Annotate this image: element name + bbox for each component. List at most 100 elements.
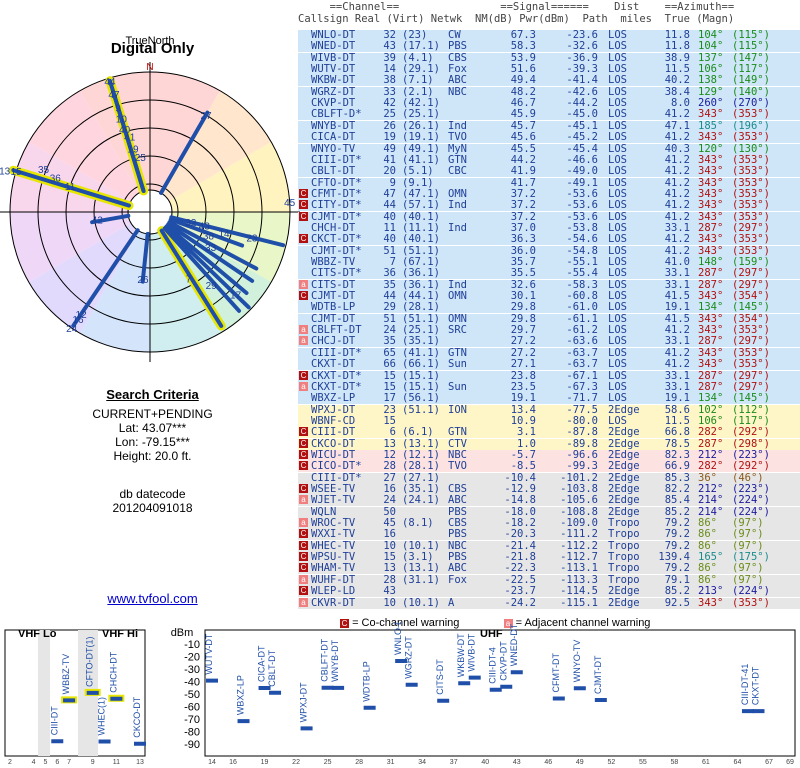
- cell-path: Tropo: [608, 528, 640, 541]
- table-row[interactable]: a CBLFT-DT 24 (25.1) SRC 29.7 -61.2 LOS 41.2 343°…: [298, 324, 800, 337]
- cell-real: 43: [383, 40, 396, 53]
- y-tick-label: -10: [184, 639, 200, 651]
- cell-nm: -10.4: [504, 471, 536, 484]
- table-row[interactable]: C CFMT-DT* 47 (47.1) OMN 37.2 -53.6 LOS 41.2 343°…: [298, 188, 800, 200]
- table-row[interactable]: C CIII-DT 6 (6.1) GTN 3.1 -87.8 2Edge 66.8 282° (2…: [298, 426, 800, 439]
- cell-virt: (25.1): [402, 324, 440, 337]
- cell-net: ION: [448, 403, 467, 416]
- table-row[interactable]: CBLFT-D* 25 (25.1) 45.9 -45.0 LOS 41.2 343° (353…: [298, 108, 800, 121]
- table-row[interactable]: C WHAM-TV 13 (13.1) ABC -22.3 -113.1 Tropo 79.2 8…: [298, 562, 800, 575]
- cell-cs: WIVB-DT: [311, 51, 356, 64]
- table-row[interactable]: WUTV-DT 14 (29.1) Fox 51.6 -39.3 LOS 11.5 106° (1…: [298, 63, 800, 76]
- table-row[interactable]: CBLT-DT 20 (5.1) CBC 41.9 -49.0 LOS 41.2 343° (35…: [298, 166, 800, 178]
- table-row[interactable]: a WUHF-DT 28 (31.1) Fox -22.5 -113.3 Tropo 79.1 8…: [298, 574, 800, 586]
- cell-nm: 27.1: [510, 358, 536, 371]
- table-row[interactable]: WNLO-DT 32 (23) CW 67.3 -23.6 LOS 11.8 104° (115°…: [298, 30, 800, 41]
- table-row[interactable]: C WICU-DT 12 (12.1) NBC -5.7 -96.6 2Edge 82.3 212…: [298, 448, 800, 461]
- table-row[interactable]: WDTB-LP 29 (28.1) 29.8 -61.0 LOS 19.1 134° (145°…: [298, 302, 800, 314]
- table-row[interactable]: WGRZ-DT 33 (2.1) NBC 48.2 -42.6 LOS 38.4 129° (14…: [298, 86, 800, 98]
- cell-virt: (41.1): [402, 346, 440, 359]
- table-row[interactable]: C WPSU-TV 15 (3.1) PBS -21.8 -112.7 Tropo 139.4 1…: [298, 552, 800, 564]
- cell-cs: WKBW-DT: [311, 74, 356, 87]
- table-row[interactable]: WNYO-TV 49 (49.1) MyN 45.5 -45.4 LOS 40.3 120° (1…: [298, 142, 800, 155]
- cell-net: OMN: [448, 312, 467, 325]
- cell-real: 40: [383, 233, 396, 246]
- table-row[interactable]: WNED-DT 43 (17.1) PBS 58.3 -32.6 LOS 11.8 104° (1…: [298, 40, 800, 53]
- station-marker: [458, 681, 471, 686]
- table-row[interactable]: CICA-DT 19 (19.1) TVO 45.6 -45.2 LOS 41.2 343° (3…: [298, 132, 800, 144]
- table-row[interactable]: CJMT-DT* 51 (51.1) 36.0 -54.8 LOS 41.2 343° (353…: [298, 245, 800, 257]
- table-row[interactable]: CKVP-DT 42 (42.1) 46.7 -44.2 LOS 8.0 260° (270°): [298, 97, 800, 110]
- table-row[interactable]: WNYB-DT 26 (26.1) Ind 45.7 -45.1 LOS 47.1 185° (1…: [298, 119, 800, 132]
- table-row[interactable]: CHCH-DT 11 (11.1) Ind 37.0 -53.8 LOS 33.1 287° (2…: [298, 221, 800, 234]
- cell-az: 120°: [698, 142, 724, 155]
- table-row[interactable]: C CICO-DT* 28 (28.1) TVO -8.5 -99.3 2Edge 66.9 28…: [298, 461, 800, 473]
- station-marker: [752, 709, 765, 714]
- cell-path: LOS: [608, 97, 627, 110]
- table-row[interactable]: a CKVR-DT 10 (10.1) A -24.2 -115.1 2Edge 92.5 343…: [298, 596, 800, 609]
- station-marker: [134, 741, 146, 746]
- cell-net: ABC: [448, 494, 467, 507]
- cell-path: 2Edge: [608, 448, 640, 461]
- site-link[interactable]: www.tvfool.com: [107, 591, 197, 606]
- table-row[interactable]: C CITY-DT* 44 (57.1) Ind 37.2 -53.6 LOS 41.2 343°…: [298, 200, 800, 212]
- table-row[interactable]: C WLEP-LD 43 -23.7 -114.5 2Edge 85.2 213° (224°): [298, 585, 800, 598]
- table-row[interactable]: a WROC-TV 45 (8.1) CBS -18.2 -109.0 Tropo 79.2 86…: [298, 518, 800, 530]
- cell-az: 137°: [698, 51, 724, 64]
- station-label: CKXT-DT: [750, 666, 760, 705]
- cell-nm: 51.6: [510, 63, 536, 76]
- table-row[interactable]: CIII-DT* 65 (41.1) GTN 27.2 -63.7 LOS 41.2 343° (…: [298, 346, 800, 359]
- cell-nm: 45.9: [510, 108, 536, 121]
- table-row[interactable]: C CKCO-DT 13 (13.1) CTV 1.0 -89.8 2Edge 78.5 287°…: [298, 437, 800, 450]
- table-row[interactable]: WKBW-DT 38 (7.1) ABC 49.4 -41.4 LOS 40.2 138° (14…: [298, 74, 800, 87]
- cell-dist: 82.3: [664, 448, 690, 461]
- cell-real: 38: [383, 74, 396, 87]
- cell-pwr: -89.8: [566, 437, 598, 450]
- table-row[interactable]: CKXT-DT 66 (66.1) Sun 27.1 -63.7 LOS 41.2 343° (3…: [298, 358, 800, 371]
- table-row[interactable]: WQLN 50 PBS -18.0 -108.8 2Edge 85.2 214° (224°): [298, 505, 800, 518]
- cell-path: Tropo: [608, 562, 640, 575]
- cell-mag: (224°): [732, 585, 770, 598]
- table-row[interactable]: a WJET-TV 24 (24.1) ABC -14.8 -105.6 2Edge 85.4 2…: [298, 494, 800, 507]
- table-row[interactable]: C CKXT-DT* 15 (15.1) 23.8 -67.1 LOS 33.1 287° (29…: [298, 370, 800, 382]
- table-row[interactable]: CITS-DT* 36 (36.1) 35.5 -55.4 LOS 33.1 287° (297…: [298, 267, 800, 280]
- cell-mag: (196°): [732, 119, 770, 132]
- table-row[interactable]: WBBZ-TV 7 (67.1) 35.7 -55.1 LOS 41.0 148° (159°): [298, 257, 800, 268]
- table-row[interactable]: C WHEC-TV 10 (10.1) NBC -21.4 -112.2 Tropo 79.2 8…: [298, 540, 800, 552]
- table-row[interactable]: C WSEE-TV 16 (35.1) CBS -12.9 -103.8 2Edge 82.2 2…: [298, 484, 800, 495]
- table-row[interactable]: CJMT-DT 51 (51.1) OMN 29.8 -61.1 LOS 41.5 343° (3…: [298, 312, 800, 325]
- cell-path: LOS: [608, 380, 627, 393]
- cell-mag: (353°): [732, 108, 770, 121]
- cell-virt: (10.1): [402, 596, 440, 609]
- cell-virt: (49.1): [402, 142, 440, 155]
- cell-az: 148°: [698, 256, 724, 268]
- cell-virt: (67.1): [402, 256, 440, 268]
- table-row[interactable]: WBXZ-LP 17 (56.1) 19.1 -71.7 LOS 19.1 134° (145°…: [298, 393, 800, 405]
- cell-net: PBS: [448, 505, 467, 518]
- table-row[interactable]: WPXJ-DT 23 (51.1) ION 13.4 -77.5 2Edge 58.6 102°…: [298, 403, 800, 416]
- table-row[interactable]: a CHCJ-DT 35 (35.1) 27.2 -63.6 LOS 33.1 287° (297…: [298, 335, 800, 348]
- table-row[interactable]: C CKCT-DT* 40 (40.1) 36.3 -54.6 LOS 41.2 343° (35…: [298, 233, 800, 246]
- table-row[interactable]: C CJMT-DT* 40 (40.1) 37.2 -53.6 LOS 41.2 343° (35…: [298, 211, 800, 223]
- cell-real: 36: [383, 267, 396, 280]
- table-row[interactable]: CIII-DT* 41 (41.1) GTN 44.2 -46.6 LOS 41.2 343° (…: [298, 154, 800, 166]
- table-row[interactable]: CIII-DT* 27 (27.1) -10.4 -101.2 2Edge 85.3 36° (…: [298, 471, 800, 484]
- cell-net: GTN: [448, 426, 467, 439]
- table-row[interactable]: C CJMT-DT 44 (44.1) OMN 30.1 -60.8 LOS 41.5 343° (…: [298, 291, 800, 303]
- x-tick-label: 43: [513, 759, 521, 766]
- table-row[interactable]: a CITS-DT 35 (36.1) Ind 32.6 -58.3 LOS 33.1 287° (…: [298, 278, 800, 291]
- cell-az: 287°: [698, 278, 724, 291]
- table-row[interactable]: a CKXT-DT* 15 (15.1) Sun 23.5 -67.3 LOS 33.1 287°…: [298, 380, 800, 393]
- cell-pwr: -63.6: [566, 335, 598, 348]
- table-row[interactable]: C WXXI-TV 16 PBS -20.3 -111.2 Tropo 79.2 86° (97°…: [298, 528, 800, 541]
- cell-pwr: -44.2: [566, 97, 598, 110]
- table-row[interactable]: WBNF-CD 15 10.9 -80.0 LOS 11.5 106° (117°): [298, 415, 800, 427]
- table-row[interactable]: CFTO-DT* 9 (9.1) 41.7 -49.1 LOS 41.2 343° (353°): [298, 177, 800, 189]
- cell-nm: 13.4: [510, 403, 536, 416]
- x-tick-label: 25: [324, 759, 332, 766]
- x-tick-label: 4: [32, 759, 36, 766]
- station-label: WHEC(1): [97, 697, 107, 736]
- cell-virt: (13.1): [402, 562, 440, 575]
- cell-cs: CHCH-DT: [311, 221, 356, 234]
- table-row[interactable]: WIVB-DT 39 (4.1) CBS 53.9 -36.9 LOS 38.9 137° (14…: [298, 51, 800, 64]
